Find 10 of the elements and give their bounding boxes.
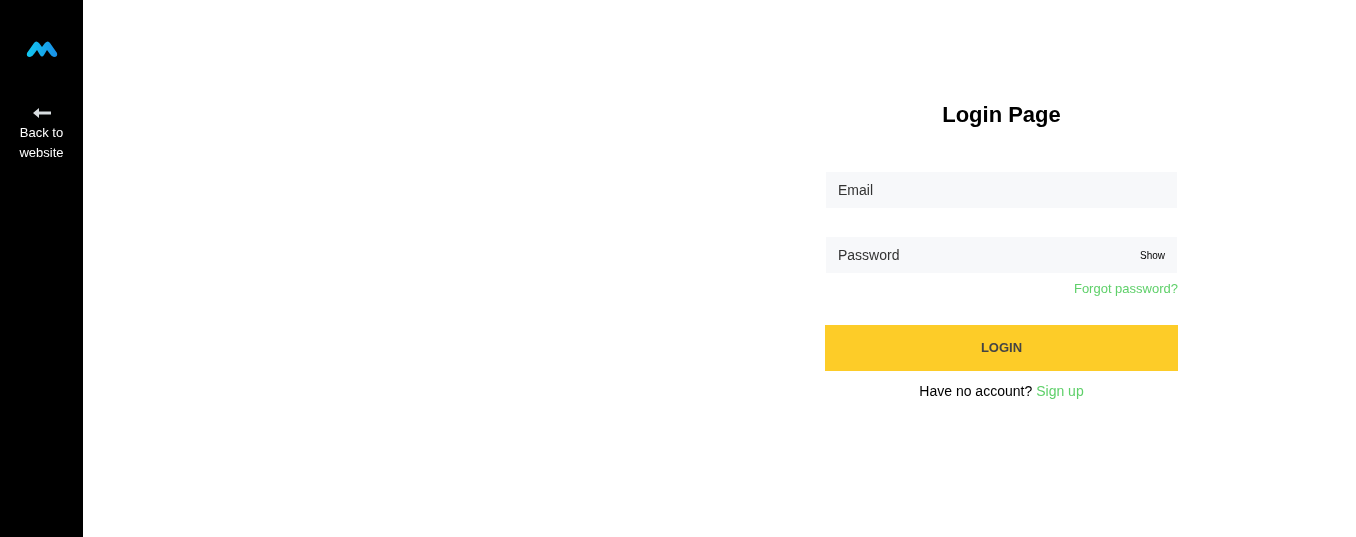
password-field[interactable]: Password Show [826,237,1177,273]
back-to-website-label: Back to website [18,124,65,162]
back-to-website-link[interactable]: Back to website [11,107,72,163]
signup-prompt: Have no account? [919,381,1033,401]
email-field[interactable]: Email [826,172,1177,208]
show-password-button[interactable]: Show [1140,247,1165,263]
logo-icon [24,39,59,59]
arrow-left-icon [31,107,52,119]
page-title: Login Page [941,101,1062,129]
login-button[interactable]: LOGIN [825,324,1178,371]
